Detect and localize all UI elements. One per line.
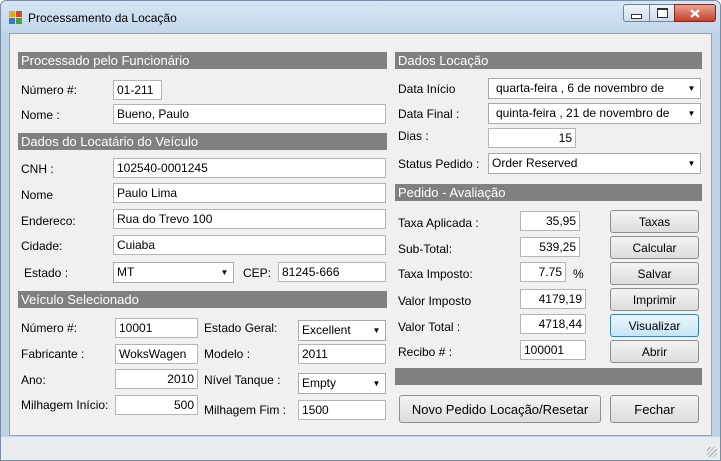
data-final-value: quinta-feira , 21 de novembro de [496, 106, 670, 120]
locatario-cidade-field[interactable]: Cuiaba [113, 235, 386, 255]
imprimir-button[interactable]: Imprimir [610, 288, 699, 311]
locacao-data-inicio-label: Data Início [398, 82, 456, 96]
novo-pedido-button[interactable]: Novo Pedido Locação/Resetar [399, 395, 601, 423]
visualizar-button[interactable]: Visualizar [610, 314, 699, 337]
locacao-data-final-label: Data Final : [398, 107, 460, 121]
locatario-estado-label: Estado : [24, 266, 69, 280]
recibo-field[interactable]: 100001 [520, 340, 586, 360]
valor-imposto-field[interactable]: 4179,19 [520, 289, 586, 309]
veiculo-milhagem-inicio-field[interactable]: 500 [115, 395, 198, 415]
data-final-picker[interactable]: quinta-feira , 21 de novembro de ▼ [488, 103, 701, 124]
veiculo-numero-field[interactable]: 10001 [115, 318, 198, 338]
chevron-down-icon[interactable]: ▼ [368, 374, 385, 393]
calcular-button[interactable]: Calcular [610, 236, 699, 259]
recibo-label: Recibo # : [398, 345, 453, 359]
section-header-locacao: Dados Locação [395, 52, 702, 69]
minimize-icon [631, 13, 642, 19]
taxa-aplicada-label: Taxa Aplicada : [398, 216, 479, 230]
divider-bar [395, 368, 702, 385]
funcionario-nome-label: Nome : [21, 108, 60, 122]
locatario-cep-field[interactable]: 81245-666 [278, 262, 386, 282]
taxa-aplicada-field[interactable]: 35,95 [520, 211, 580, 231]
locatario-nome-label: Nome [21, 188, 54, 202]
veiculo-ano-label: Ano: [21, 373, 46, 387]
locatario-cep-label: CEP: [243, 266, 272, 280]
percent-label: % [573, 267, 584, 281]
section-header-locatario: Dados do Locatário do Veículo [18, 133, 387, 150]
chevron-down-icon[interactable]: ▼ [683, 104, 700, 123]
locatario-cnh-field[interactable]: 102540-0001245 [113, 158, 386, 178]
veiculo-fabricante-label: Fabricante : [21, 347, 85, 361]
taxas-button[interactable]: Taxas [610, 210, 699, 233]
valor-total-label: Valor Total : [398, 320, 461, 334]
veiculo-modelo-label: Modelo : [204, 347, 251, 361]
data-inicio-picker[interactable]: quarta-feira , 6 de novembro de ▼ [488, 78, 701, 99]
maximize-icon [656, 8, 668, 18]
subtotal-field[interactable]: 539,25 [520, 237, 580, 257]
taxa-imposto-field[interactable]: 7.75 [520, 262, 566, 282]
veiculo-modelo-field[interactable]: 2011 [298, 344, 386, 364]
funcionario-numero-field[interactable]: 01-211 [113, 80, 162, 100]
veiculo-nivel-tanque-label: Nível Tanque : [204, 373, 281, 387]
chevron-down-icon[interactable]: ▼ [683, 79, 700, 98]
resize-grip-icon[interactable] [707, 447, 717, 457]
chevron-down-icon[interactable]: ▼ [368, 321, 385, 340]
title-bar: Processamento da Locação [1, 1, 720, 33]
minimize-button[interactable] [623, 4, 650, 22]
status-pedido-value: Order Reserved [492, 156, 578, 170]
section-header-avaliacao: Pedido - Avaliação [395, 184, 702, 201]
estado-dropdown[interactable]: MT ▼ [113, 262, 234, 283]
veiculo-ano-field[interactable]: 2010 [115, 369, 198, 389]
chevron-down-icon[interactable]: ▼ [216, 263, 233, 282]
status-bar [1, 437, 720, 460]
close-icon [690, 8, 700, 18]
chevron-down-icon[interactable]: ▼ [683, 154, 700, 173]
veiculo-milhagem-inicio-label: Milhagem Início: [21, 398, 109, 412]
veiculo-estado-geral-label: Estado Geral: [204, 321, 278, 335]
subtotal-label: Sub-Total: [398, 242, 453, 256]
close-button[interactable] [674, 4, 716, 22]
main-window: Processamento da Locação Processado pelo… [0, 0, 721, 461]
locatario-endereco-field[interactable]: Rua do Trevo 100 [113, 209, 386, 229]
salvar-button[interactable]: Salvar [610, 262, 699, 285]
funcionario-nome-field[interactable]: Bueno, Paulo [113, 104, 386, 124]
locatario-cidade-label: Cidade: [21, 239, 63, 253]
section-header-veiculo: Veículo Selecionado [18, 291, 387, 308]
veiculo-fabricante-field[interactable]: WoksWagen [115, 344, 198, 364]
estado-dropdown-value: MT [117, 265, 135, 279]
fechar-button[interactable]: Fechar [610, 395, 699, 423]
abrir-button[interactable]: Abrir [610, 340, 699, 363]
veiculo-numero-label: Número #: [21, 321, 78, 335]
taxa-imposto-label: Taxa Imposto: [398, 267, 473, 281]
valor-imposto-label: Valor Imposto [398, 294, 472, 308]
locacao-dias-label: Dias : [398, 129, 429, 143]
app-icon [9, 11, 22, 24]
status-pedido-dropdown[interactable]: Order Reserved ▼ [488, 153, 701, 174]
locacao-status-label: Status Pedido : [398, 157, 480, 171]
nivel-tanque-dropdown-value: Empty [302, 376, 337, 390]
form-client-area: Processado pelo Funcionário Número #: 01… [9, 33, 712, 436]
section-header-funcionario: Processado pelo Funcionário [18, 52, 387, 69]
maximize-button[interactable] [649, 4, 675, 22]
data-inicio-value: quarta-feira , 6 de novembro de [496, 81, 665, 95]
funcionario-numero-label: Número #: [21, 83, 78, 97]
locatario-cnh-label: CNH : [21, 162, 54, 176]
estado-geral-dropdown[interactable]: Excellent ▼ [298, 320, 386, 341]
locacao-dias-field[interactable]: 15 [488, 128, 576, 148]
window-title: Processamento da Locação [28, 11, 177, 25]
valor-total-field[interactable]: 4718,44 [520, 314, 586, 334]
veiculo-milhagem-fim-field[interactable]: 1500 [298, 400, 386, 420]
veiculo-milhagem-fim-label: Milhagem Fim : [204, 403, 287, 417]
nivel-tanque-dropdown[interactable]: Empty ▼ [298, 373, 386, 394]
locatario-endereco-label: Endereco: [21, 214, 76, 228]
locatario-nome-field[interactable]: Paulo Lima [113, 183, 386, 203]
estado-geral-dropdown-value: Excellent [302, 323, 351, 337]
